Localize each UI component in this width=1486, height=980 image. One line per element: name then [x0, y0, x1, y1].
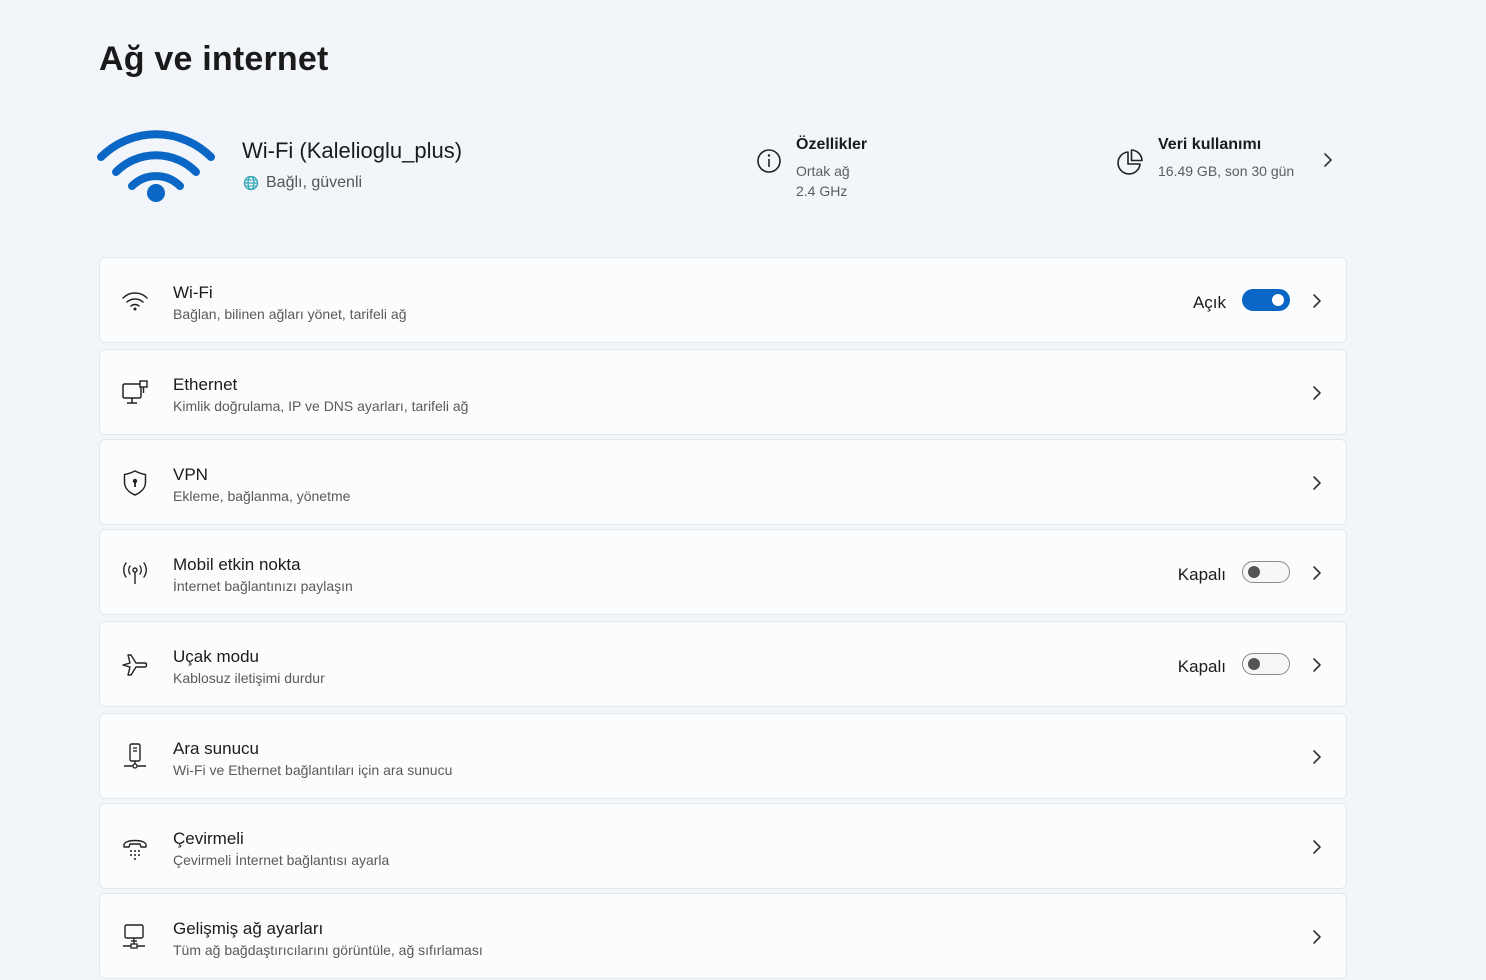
chevron-right-icon: [1313, 840, 1321, 854]
properties-title: Özellikler: [796, 136, 868, 153]
setting-subtitle: Kablosuz iletişimi durdur: [173, 670, 325, 686]
chevron-right-icon: [1313, 750, 1321, 764]
properties-details: Ortak ağ 2.4 GHz: [796, 161, 867, 201]
setting-row-ethernet[interactable]: Ethernet Kimlik doğrulama, IP ve DNS aya…: [99, 349, 1347, 435]
setting-row-mobile-hotspot[interactable]: Mobil etkin nokta İnternet bağlantınızı …: [99, 529, 1347, 615]
network-profile: Ortak ağ: [796, 163, 850, 179]
advanced-network-icon: [123, 924, 145, 949]
wifi-state-label: Açık: [1192, 293, 1226, 312]
setting-subtitle: İnternet bağlantınızı paylaşın: [173, 578, 353, 594]
network-name: Wi-Fi (Kalelioglu_plus): [242, 138, 463, 163]
setting-subtitle: Tüm ağ bağdaştırıcılarını görüntüle, ağ …: [173, 942, 483, 958]
hotspot-toggle[interactable]: [1242, 561, 1290, 583]
setting-title: Ara sunucu: [173, 739, 259, 758]
data-usage-value: 16.49 GB, son 30 gün: [1158, 163, 1295, 179]
wifi-toggle[interactable]: [1242, 289, 1290, 311]
ethernet-icon: [122, 380, 148, 404]
network-hero: Wi-Fi (Kalelioglu_plus) Bağlı, güvenli Ö…: [0, 0, 1486, 240]
info-icon: [757, 149, 781, 173]
setting-title: Ethernet: [173, 375, 238, 394]
airplane-state-label: Kapalı: [1177, 657, 1226, 676]
chevron-right-icon: [1313, 476, 1321, 490]
setting-subtitle: Ekleme, bağlanma, yönetme: [173, 488, 351, 504]
wifi-icon: [122, 292, 148, 311]
setting-title: Çevirmeli: [173, 829, 244, 848]
setting-title: VPN: [173, 465, 208, 484]
setting-title: Gelişmiş ağ ayarları: [173, 919, 324, 938]
setting-row-proxy[interactable]: Ara sunucu Wi-Fi ve Ethernet bağlantılar…: [99, 713, 1347, 799]
chevron-right-icon: [1313, 658, 1321, 672]
pie-chart-icon: [1117, 149, 1143, 175]
chevron-right-icon: [1313, 386, 1321, 400]
dialup-icon: [123, 839, 147, 860]
airplane-icon: [122, 654, 148, 676]
connection-status: Bağlı, güvenli: [243, 174, 362, 192]
chevron-right-icon: [1313, 294, 1321, 308]
setting-row-wifi[interactable]: Wi-Fi Bağlan, bilinen ağları yönet, tari…: [99, 257, 1347, 343]
network-band: 2.4 GHz: [796, 183, 848, 199]
hotspot-icon: [123, 562, 147, 584]
data-usage-title: Veri kullanımı: [1158, 136, 1262, 153]
setting-title: Mobil etkin nokta: [173, 555, 301, 574]
properties-link[interactable]: Özellikler Ortak ağ 2.4 GHz: [756, 136, 867, 201]
setting-row-dialup[interactable]: Çevirmeli Çevirmeli İnternet bağlantısı …: [99, 803, 1347, 889]
setting-row-airplane-mode[interactable]: Uçak modu Kablosuz iletişimi durdur Kapa…: [99, 621, 1347, 707]
shield-icon: [123, 470, 147, 496]
setting-subtitle: Wi-Fi ve Ethernet bağlantıları için ara …: [173, 762, 453, 778]
chevron-right-icon: [1313, 566, 1321, 580]
connection-status-text: Bağlı, güvenli: [266, 174, 363, 191]
proxy-icon: [124, 743, 146, 769]
setting-title: Wi-Fi: [173, 283, 213, 302]
setting-title: Uçak modu: [173, 647, 259, 666]
setting-subtitle: Bağlan, bilinen ağları yönet, tarifeli a…: [173, 306, 407, 322]
hotspot-state-label: Kapalı: [1177, 565, 1226, 584]
chevron-right-icon[interactable]: [1321, 152, 1335, 168]
setting-row-advanced-network[interactable]: Gelişmiş ağ ayarları Tüm ağ bağdaştırıcı…: [99, 893, 1347, 979]
setting-subtitle: Kimlik doğrulama, IP ve DNS ayarları, ta…: [173, 398, 469, 414]
wifi-large-icon: [97, 130, 215, 202]
globe-icon: [243, 175, 259, 191]
setting-row-vpn[interactable]: VPN Ekleme, bağlanma, yönetme: [99, 439, 1347, 525]
airplane-mode-toggle[interactable]: [1242, 653, 1290, 675]
chevron-right-icon: [1313, 930, 1321, 944]
setting-subtitle: Çevirmeli İnternet bağlantısı ayarla: [173, 852, 390, 868]
data-usage-link[interactable]: Veri kullanımı 16.49 GB, son 30 gün: [1116, 136, 1294, 181]
